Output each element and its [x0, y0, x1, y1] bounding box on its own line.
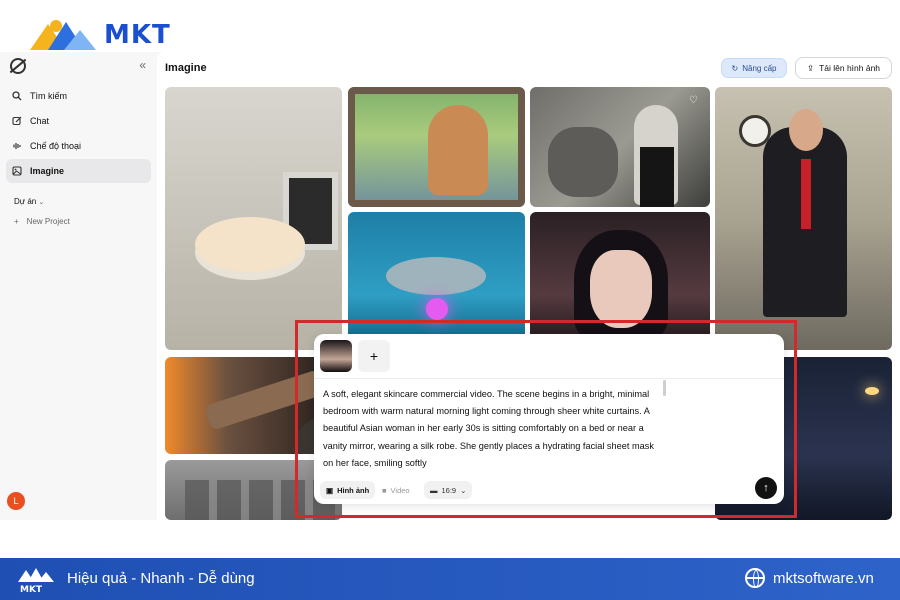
sidebar-header: «	[10, 58, 150, 78]
footer-banner: MKT Hiệu quả - Nhanh - Dễ dùng mktsoftwa…	[0, 558, 900, 600]
footer-website[interactable]: mktsoftware.vn	[745, 568, 874, 588]
black-outfit-shape	[640, 147, 674, 207]
upload-label: Tải lên hình ảnh	[819, 63, 881, 73]
cake-shape	[195, 217, 305, 272]
sidebar-item-search[interactable]: Tìm kiếm	[6, 84, 151, 108]
double-chevron-left-icon[interactable]: «	[139, 58, 146, 72]
screenshot-root: MKT « Tìm kiếm Chat Chế độ thoại Imagine…	[0, 0, 900, 600]
new-project-label: New Project	[26, 217, 70, 226]
ufo-shape	[386, 257, 486, 295]
new-project-button[interactable]: + New Project	[14, 217, 70, 226]
sidebar-item-label: Tìm kiếm	[30, 91, 67, 101]
plus-icon: +	[14, 217, 19, 226]
gallery-image-alien-woman[interactable]: ♡	[530, 87, 710, 207]
sidebar-item-label: Chat	[30, 116, 50, 126]
heart-icon[interactable]: ♡	[689, 95, 698, 106]
highlight-box	[295, 320, 797, 518]
sidebar-item-imagine[interactable]: Imagine	[6, 159, 151, 183]
upload-icon: ⇪	[806, 62, 815, 73]
footer-url: mktsoftware.vn	[773, 569, 874, 587]
sidebar-item-voice[interactable]: Chế độ thoại	[6, 134, 151, 158]
projects-header[interactable]: Dự án ⌄	[14, 197, 44, 206]
page-title: Imagine	[165, 62, 207, 74]
chevron-down-icon: ⌄	[38, 199, 45, 206]
avatar[interactable]: L	[7, 492, 25, 510]
edit-icon	[12, 116, 22, 126]
alien-shape	[548, 127, 618, 197]
svg-text:MKT: MKT	[20, 585, 43, 594]
upload-image-button[interactable]: ⇪ Tải lên hình ảnh	[795, 57, 892, 79]
face-shape	[590, 250, 652, 328]
brand-logo: MKT	[26, 16, 171, 54]
mkt-logo-mark-icon	[30, 20, 96, 50]
upgrade-label: Nâng cấp	[742, 63, 777, 73]
sidebar-item-chat[interactable]: Chat	[6, 109, 151, 133]
app-logo-icon[interactable]	[10, 58, 26, 74]
gallery-image-anime-train[interactable]	[348, 87, 525, 207]
ufo-light-shape	[426, 298, 448, 320]
red-tie-shape	[801, 159, 811, 229]
sidebar-item-label: Chế độ thoại	[30, 141, 82, 151]
mkt-footer-logo-icon: MKT	[18, 568, 54, 594]
gallery-image-office-man[interactable]	[715, 87, 892, 350]
sidebar: « Tìm kiếm Chat Chế độ thoại Imagine Dự …	[0, 52, 157, 520]
head-shape	[789, 109, 823, 151]
sidebar-item-label: Imagine	[30, 166, 65, 176]
gallery-image-cake[interactable]	[165, 87, 342, 350]
sidebar-nav: Tìm kiếm Chat Chế độ thoại Imagine	[6, 84, 151, 184]
voice-icon	[13, 143, 21, 149]
projects-label: Dự án	[14, 197, 37, 206]
anime-girl-shape	[428, 105, 488, 195]
street-light-shape	[865, 387, 879, 395]
globe-icon	[745, 568, 765, 588]
refresh-icon: ↻	[731, 63, 739, 73]
search-icon	[12, 91, 22, 101]
image-icon	[12, 166, 22, 176]
brand-name: MKT	[104, 20, 171, 50]
footer-slogan: Hiệu quả - Nhanh - Dễ dùng	[67, 570, 255, 587]
upgrade-button[interactable]: ↻ Nâng cấp	[721, 58, 787, 78]
